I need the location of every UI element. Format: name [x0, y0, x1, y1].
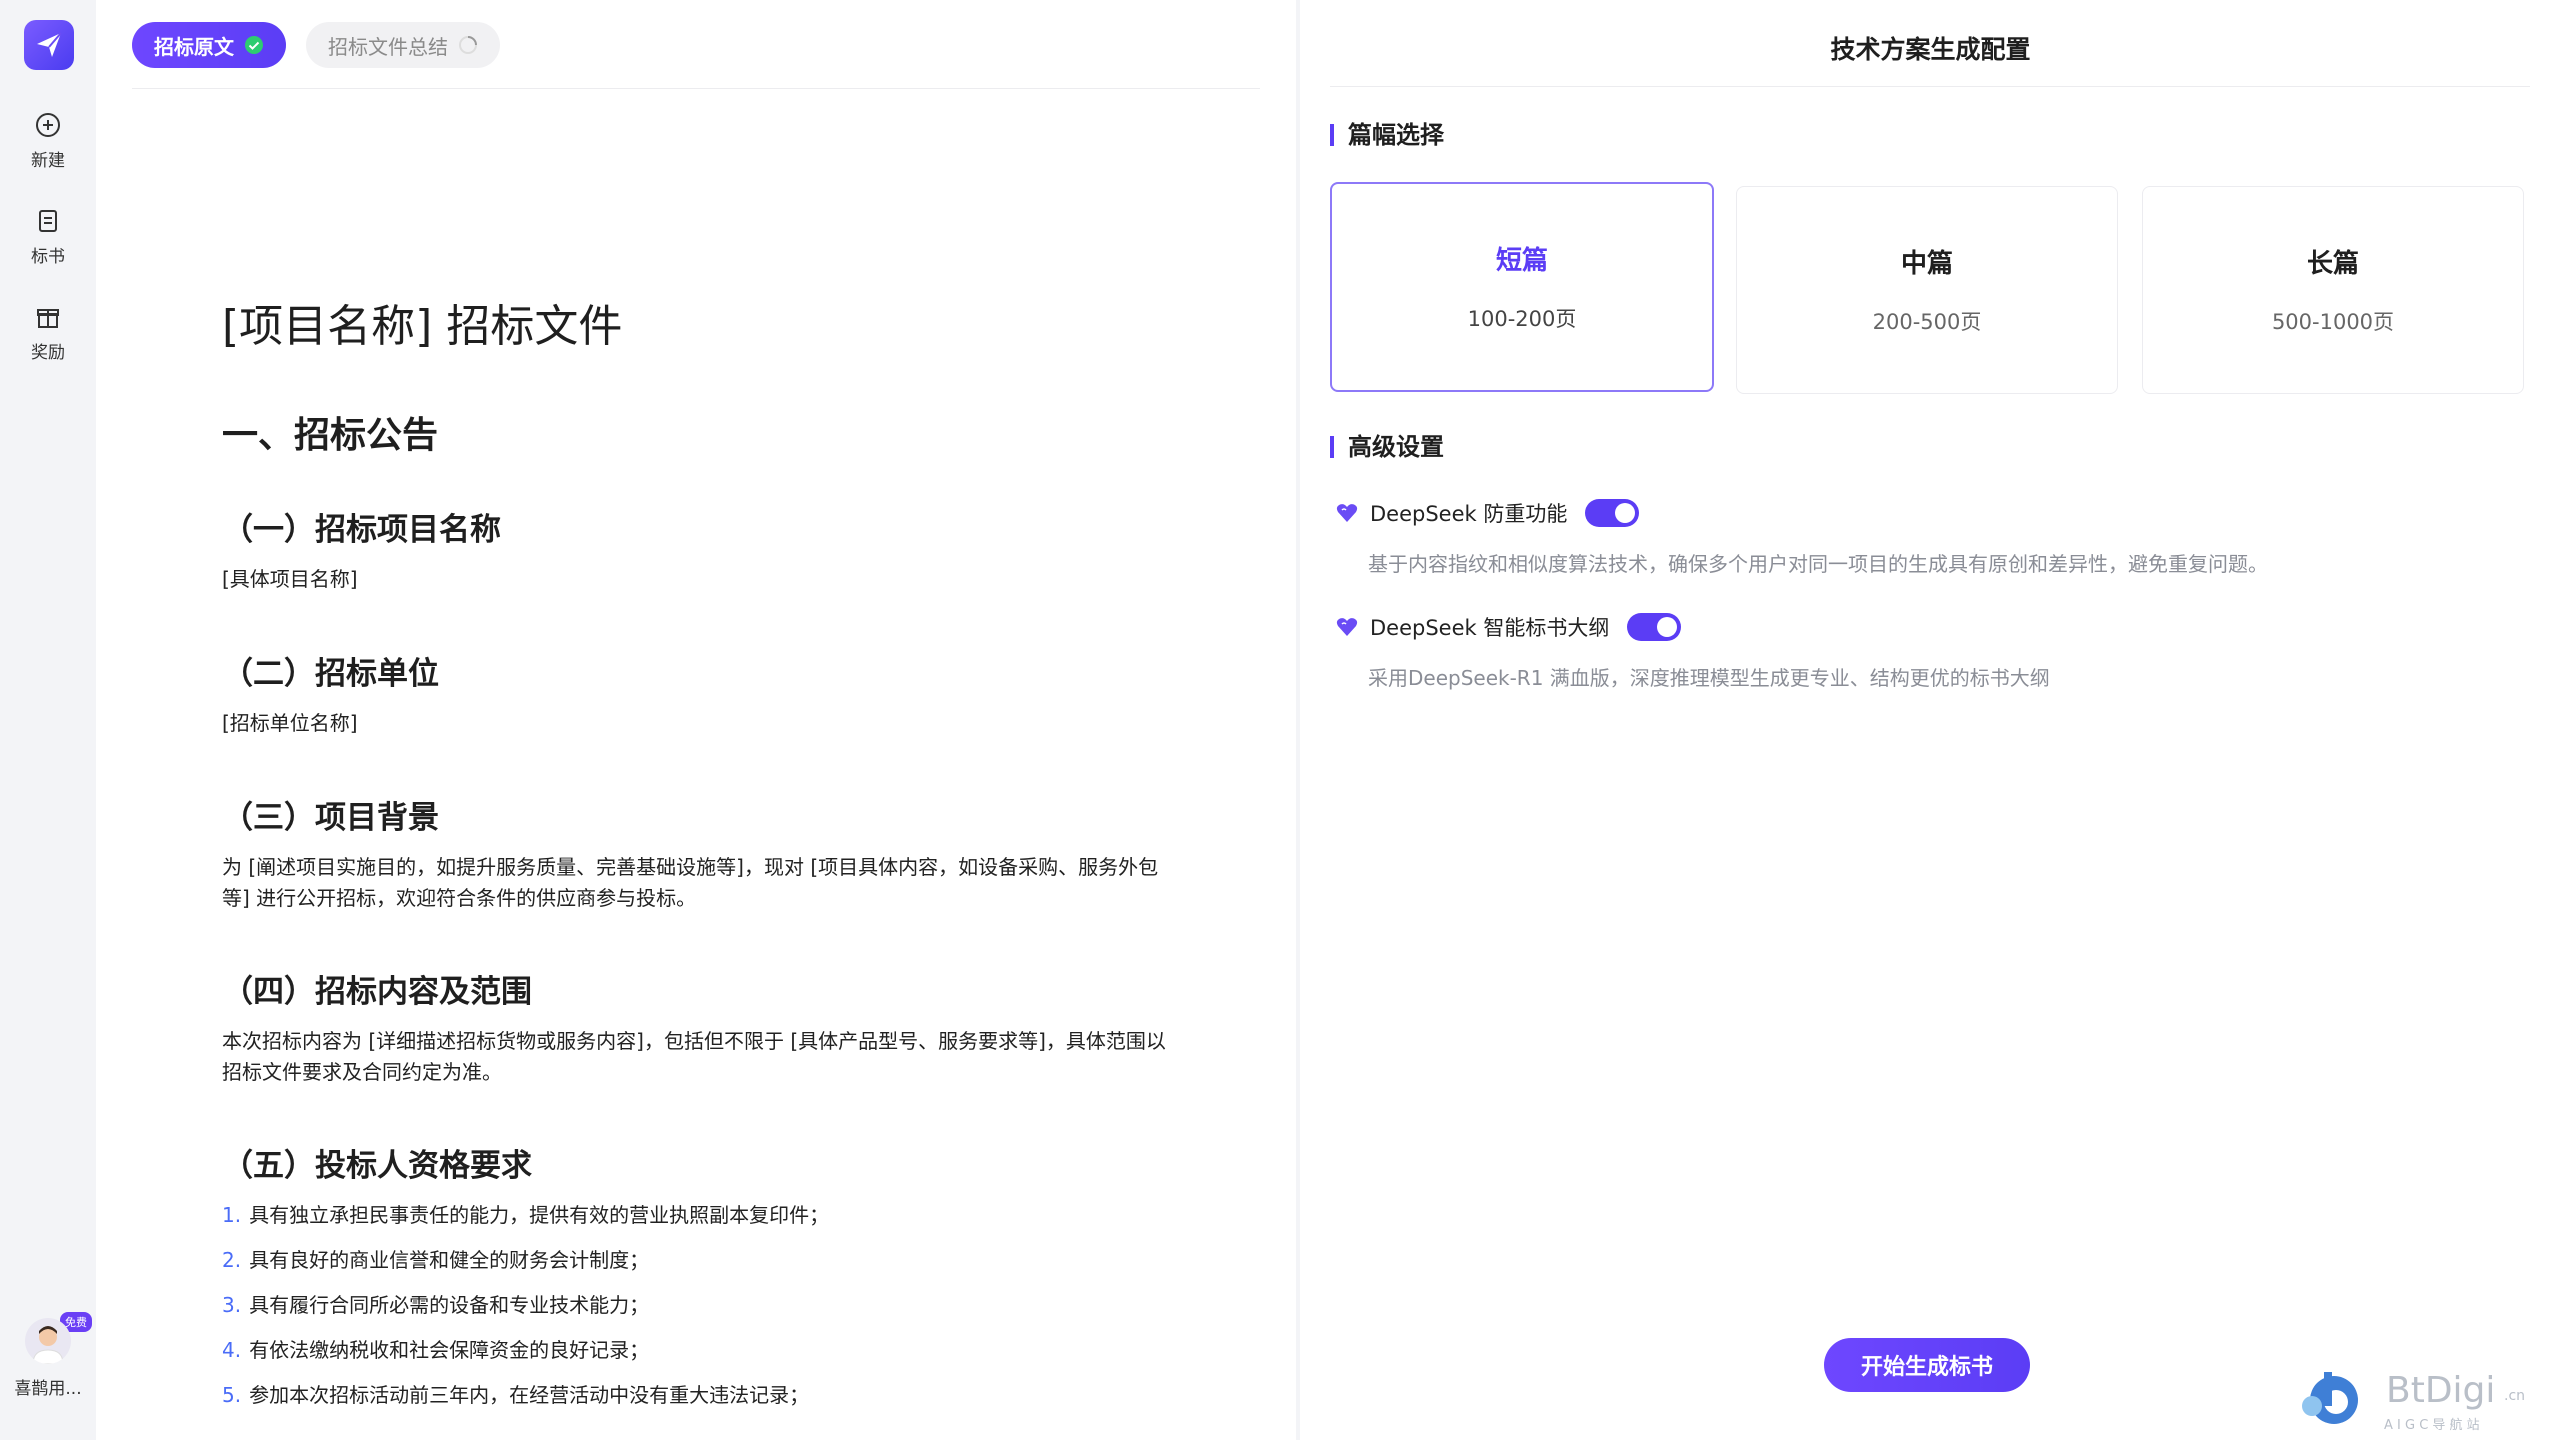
avatar — [25, 1318, 71, 1364]
btdigi-logo-icon — [2302, 1372, 2358, 1424]
document-title: [项目名称] 招标文件 — [222, 301, 623, 352]
paragraph: 本次招标内容为 [详细描述招标货物或服务内容]，包括但不限于 [具体产品型号、服… — [222, 1029, 1166, 1084]
outline-toggle[interactable] — [1627, 613, 1682, 641]
heart-icon — [1336, 503, 1358, 523]
config-title: 技术方案生成配置 — [1830, 35, 2031, 64]
watermark-sub: A I G C 导 航 站 — [2384, 1418, 2480, 1433]
sidebar-item-new[interactable]: 新建 — [0, 112, 96, 171]
feature-name: DeepSeek 防重功能 — [1370, 502, 1568, 526]
tab-original[interactable]: 招标原文 — [132, 22, 286, 68]
length-option-title: 短篇 — [1495, 246, 1548, 276]
tab-bar: 招标原文 招标文件总结 — [132, 22, 500, 68]
check-circle-icon — [244, 35, 264, 55]
length-option-title: 长篇 — [2306, 249, 2359, 279]
paragraph: [具体项目名称] — [222, 567, 358, 591]
length-option-title: 中篇 — [1900, 249, 1953, 279]
config-divider — [1330, 86, 2530, 87]
paper-plane-icon — [37, 32, 62, 57]
length-option-medium[interactable]: 中篇 200-500页 — [1736, 186, 2118, 394]
advanced-section-label: 高级设置 — [1330, 435, 1444, 459]
length-option-range: 100-200页 — [1467, 307, 1577, 331]
requirements-list: 1. 具有独立承担民事责任的能力，提供有效的营业执照副本复印件； 2. 具有良好的商… — [222, 1200, 829, 1425]
loading-spinner-icon — [458, 35, 478, 55]
length-option-short[interactable]: 短篇 100-200页 — [1330, 182, 1714, 392]
sidebar-item-label: 新建 — [31, 151, 65, 171]
sidebar-item-label: 标书 — [31, 247, 65, 267]
app-logo[interactable] — [24, 20, 74, 70]
user-profile[interactable]: 喜鹊用... — [0, 1318, 96, 1399]
watermark-brand: BtDigi — [2386, 1370, 2496, 1411]
config-panel: 技术方案生成配置 篇幅选择 短篇 100-200页 中篇 200-500页 长篇… — [1300, 0, 2561, 1440]
subsection-heading: （三）项目背景 — [222, 800, 439, 836]
tab-summary[interactable]: 招标文件总结 — [306, 22, 500, 68]
length-option-range: 500-1000页 — [2271, 310, 2395, 334]
subsection-heading: （五）投标人资格要求 — [222, 1148, 532, 1184]
length-option-long[interactable]: 长篇 500-1000页 — [2142, 186, 2524, 394]
length-section-label: 篇幅选择 — [1330, 123, 1444, 147]
list-item: 3. 具有履行合同所必需的设备和专业技术能力； — [222, 1293, 650, 1317]
watermark-suffix: .cn — [2504, 1388, 2526, 1404]
feature-dedupe: DeepSeek 防重功能 — [1336, 498, 1640, 528]
document-icon — [39, 210, 57, 232]
sidebar-item-bids[interactable]: 标书 — [0, 208, 96, 267]
list-item: 4. 有依法缴纳税收和社会保障资金的良好记录； — [222, 1338, 650, 1362]
sidebar-item-rewards[interactable]: 奖励 — [0, 304, 96, 363]
tab-divider — [132, 88, 1260, 89]
paragraph: [招标单位名称] — [222, 711, 358, 735]
feature-description: 基于内容指纹和相似度算法技术，确保多个用户对同一项目的生成具有原创和差异性，避免… — [1368, 552, 2268, 576]
document-panel: 招标原文 招标文件总结 [项目名称] 招标文件 一、招标公告 （一）招标项目名称… — [96, 0, 1296, 1440]
subsection-heading: （二）招标单位 — [222, 656, 439, 692]
sidebar: 新建 标书 奖励 免费 喜鹊用... — [0, 0, 96, 1440]
user-name: 喜鹊用... — [14, 1379, 82, 1399]
list-item: 1. 具有独立承担民事责任的能力，提供有效的营业执照副本复印件； — [222, 1203, 830, 1227]
tab-label: 招标文件总结 — [328, 34, 448, 59]
subsection-heading: （一）招标项目名称 — [222, 512, 501, 548]
dedupe-toggle[interactable] — [1585, 499, 1640, 527]
feature-description: 采用DeepSeek-R1 满血版，深度推理模型生成更专业、结构更优的标书大纲 — [1368, 666, 2050, 690]
list-item: 5. 参加本次招标活动前三年内，在经营活动中没有重大违法记录； — [222, 1383, 810, 1407]
tab-label: 招标原文 — [154, 34, 234, 59]
paragraph: 为 [阐述项目实施目的，如提升服务质量、完善基础设施等]，现对 [项目具体内容，… — [222, 855, 1159, 910]
plus-circle-icon — [36, 113, 60, 137]
subsection-heading: （四）招标内容及范围 — [222, 974, 532, 1010]
length-option-range: 200-500页 — [1872, 310, 1982, 334]
watermark: BtDigi .cn A I G C 导 航 站 — [2300, 1370, 2540, 1433]
gift-icon — [37, 309, 59, 328]
generate-button[interactable]: 开始生成标书 — [1824, 1338, 2030, 1392]
user-avatar-icon — [32, 1326, 64, 1364]
feature-name: DeepSeek 智能标书大纲 — [1370, 616, 1610, 640]
sidebar-item-label: 奖励 — [31, 343, 65, 363]
section-heading: 一、招标公告 — [222, 415, 439, 456]
feature-outline: DeepSeek 智能标书大纲 — [1336, 612, 1682, 642]
list-item: 2. 具有良好的商业信誉和健全的财务会计制度； — [222, 1248, 650, 1272]
heart-icon — [1336, 617, 1358, 637]
